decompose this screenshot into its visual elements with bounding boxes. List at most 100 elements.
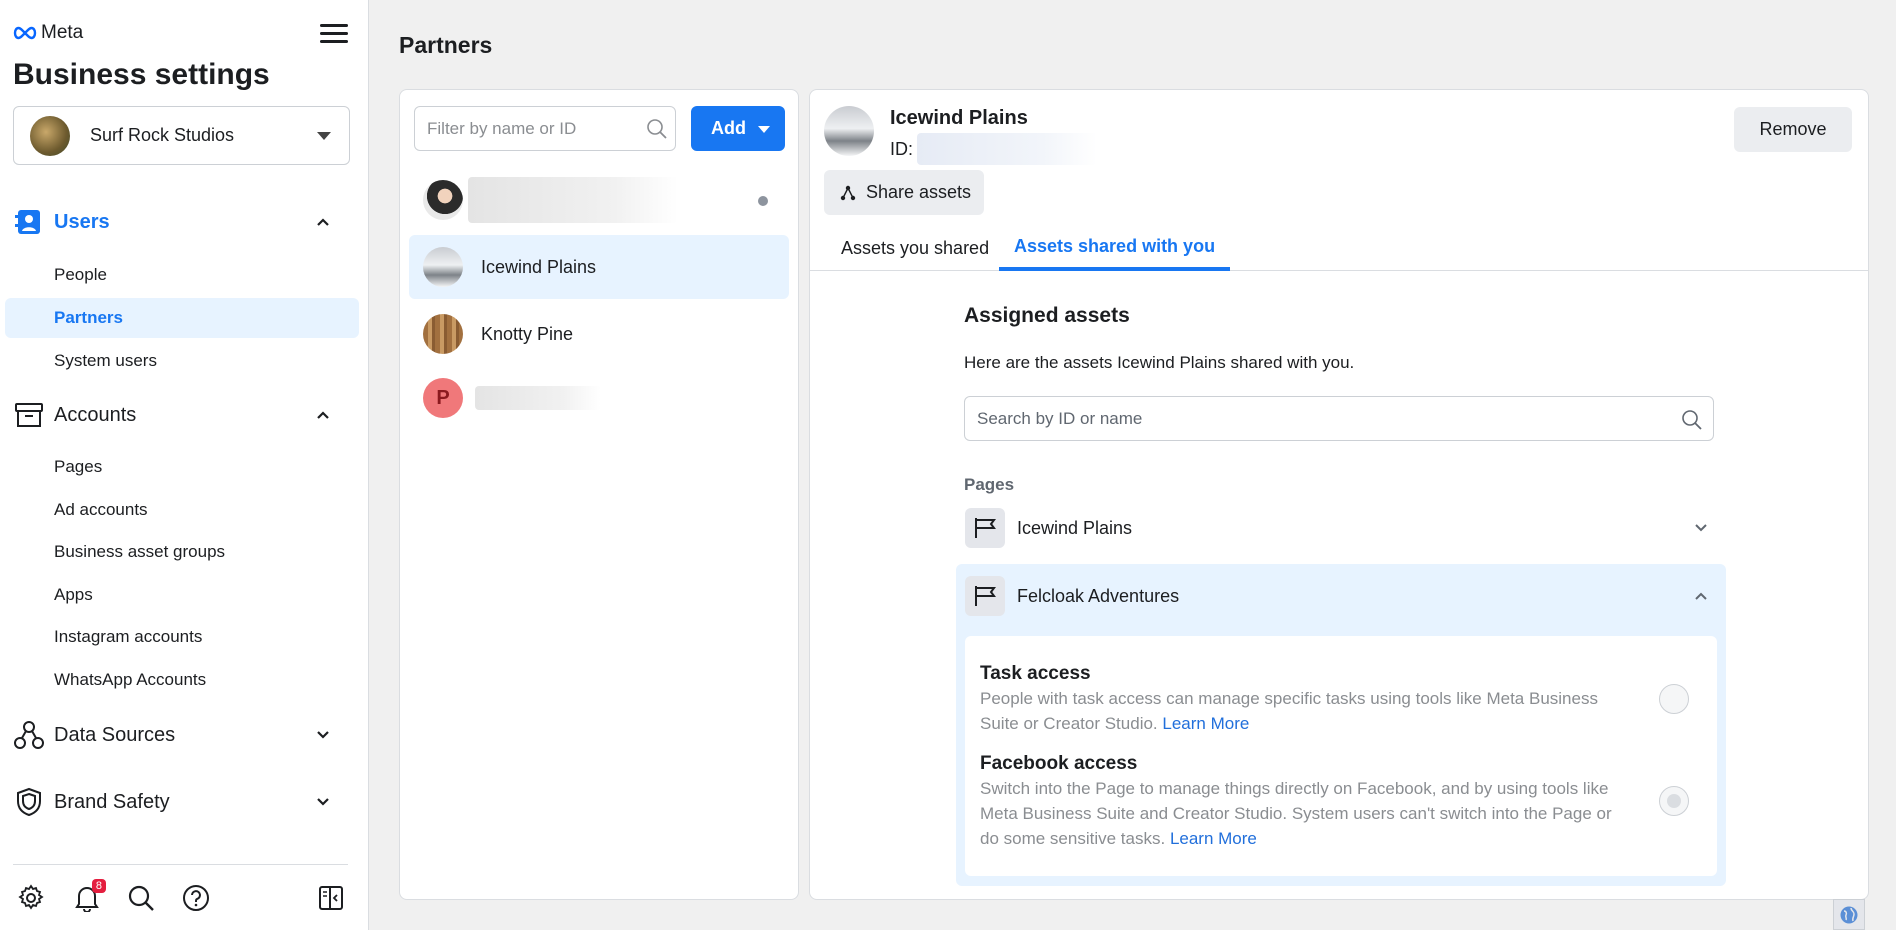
chevron-down-icon <box>317 798 329 806</box>
partner-avatar <box>423 180 463 220</box>
partner-avatar <box>824 106 874 156</box>
task-access-learn-more-link[interactable]: Learn More <box>1162 714 1249 733</box>
search-icon[interactable] <box>125 882 157 914</box>
sidebar-section-users[interactable]: Users <box>0 202 369 242</box>
tab-assets-you-shared[interactable]: Assets you shared <box>841 226 989 271</box>
task-access-text: People with task access can manage speci… <box>980 689 1598 733</box>
partner-id: ID: <box>890 133 1098 165</box>
hamburger-menu-icon[interactable] <box>320 20 348 46</box>
business-name: Surf Rock Studios <box>90 125 235 145</box>
notifications-bell-icon[interactable]: 8 <box>71 879 106 914</box>
sidebar-section-label: Users <box>54 210 110 233</box>
sidebar-item-whatsapp-accounts[interactable]: WhatsApp Accounts <box>5 660 359 700</box>
sidebar-item-ad-accounts[interactable]: Ad accounts <box>5 490 359 530</box>
partner-name: Knotty Pine <box>481 323 574 344</box>
sidebar-section-accounts[interactable]: Accounts <box>0 395 369 435</box>
help-icon[interactable] <box>180 882 212 914</box>
data-sources-icon <box>14 720 44 750</box>
business-settings-title: Business settings <box>13 58 270 91</box>
sidebar-item-business-asset-groups[interactable]: Business asset groups <box>5 532 359 572</box>
sidebar-item-instagram-accounts[interactable]: Instagram accounts <box>5 617 359 657</box>
task-access-radio[interactable] <box>1659 684 1689 714</box>
status-dot <box>758 196 768 206</box>
add-partner-button[interactable]: Add <box>691 106 785 151</box>
partner-name: Icewind Plains <box>481 256 597 277</box>
page-row-felcloak-adventures[interactable]: Felcloak Adventures <box>956 564 1726 628</box>
partner-row[interactable]: P <box>409 366 789 430</box>
chevron-up-icon <box>317 411 329 419</box>
flag-icon <box>965 576 1005 616</box>
partner-detail-panel: Icewind Plains ID: Remove Share assets A… <box>809 89 1869 900</box>
notification-badge: 8 <box>91 879 106 893</box>
business-selector[interactable]: Surf Rock Studios <box>13 106 350 165</box>
globe-icon[interactable] <box>1833 899 1865 930</box>
caret-down-icon <box>758 126 770 133</box>
share-assets-button[interactable]: Share assets <box>824 170 984 215</box>
sidebar-section-label: Brand Safety <box>54 790 170 813</box>
page-name: Felcloak Adventures <box>1017 585 1180 606</box>
access-options-card: Task access People with task access can … <box>965 636 1717 876</box>
facebook-access-radio[interactable] <box>1659 786 1689 816</box>
page-name: Icewind Plains <box>1017 517 1133 538</box>
chevron-down-icon <box>317 731 329 739</box>
redacted-partner-id <box>917 133 1098 165</box>
sidebar-section-label: Accounts <box>54 403 137 426</box>
pages-section-label: Pages <box>964 475 1015 494</box>
business-avatar <box>30 115 70 156</box>
settings-gear-icon[interactable] <box>15 882 47 914</box>
assigned-assets-title: Assigned assets <box>964 304 1130 327</box>
partner-id-label: ID: <box>890 138 914 159</box>
redacted-partner-name <box>475 386 601 410</box>
chevron-up-icon <box>1695 592 1707 600</box>
page-row-icewind-plains[interactable]: Icewind Plains <box>956 496 1726 560</box>
partner-avatar: P <box>423 378 463 418</box>
meta-logo[interactable]: Meta <box>13 22 83 44</box>
sidebar-item-pages[interactable]: Pages <box>5 447 359 487</box>
tab-assets-shared-with-you[interactable]: Assets shared with you <box>999 226 1231 271</box>
facebook-access-text: Switch into the Page to manage things di… <box>980 779 1612 848</box>
sidebar-item-people[interactable]: People <box>5 255 359 295</box>
search-icon <box>1682 410 1702 430</box>
remove-partner-button[interactable]: Remove <box>1734 107 1852 152</box>
shield-icon <box>14 787 44 817</box>
sidebar-item-partners[interactable]: Partners <box>5 298 359 338</box>
flag-icon <box>965 508 1005 548</box>
partner-detail-name: Icewind Plains <box>890 107 1028 129</box>
partner-row-knotty-pine[interactable]: Knotty Pine <box>409 302 789 366</box>
accounts-icon <box>14 400 44 430</box>
sidebar-divider <box>13 864 348 865</box>
page-access-options: Task access People with task access can … <box>956 628 1726 886</box>
share-assets-label: Share assets <box>866 182 972 202</box>
sidebar-section-data-sources[interactable]: Data Sources <box>0 715 369 755</box>
users-icon <box>14 207 44 237</box>
meta-logo-text: Meta <box>41 22 84 43</box>
sidebar-item-apps[interactable]: Apps <box>5 575 359 615</box>
redacted-partner-name <box>468 177 678 223</box>
chevron-down-icon <box>1695 524 1707 532</box>
chevron-up-icon <box>317 218 329 226</box>
sidebar-section-label: Data Sources <box>54 723 176 746</box>
task-access-title: Task access <box>980 663 1091 684</box>
filter-partners-input[interactable] <box>414 106 676 151</box>
partner-avatar <box>423 247 463 287</box>
add-button-label: Add <box>711 118 746 138</box>
partner-initial: P <box>436 386 450 409</box>
sidebar-item-system-users[interactable]: System users <box>5 341 359 381</box>
meta-infinity-icon <box>13 26 37 40</box>
partner-row-icewind-plains[interactable]: Icewind Plains <box>409 235 789 299</box>
task-access-description: People with task access can manage speci… <box>980 686 1630 736</box>
sidebar: Meta Business settings Surf Rock Studios… <box>0 0 369 930</box>
facebook-access-learn-more-link[interactable]: Learn More <box>1170 829 1257 848</box>
sidebar-section-brand-safety[interactable]: Brand Safety <box>0 782 369 822</box>
assigned-assets-description: Here are the assets Icewind Plains share… <box>964 353 1355 372</box>
search-icon <box>647 119 667 139</box>
facebook-access-title: Facebook access <box>980 753 1138 774</box>
detail-header: Icewind Plains ID: Remove Share assets A… <box>810 90 1868 271</box>
partner-avatar <box>423 314 463 354</box>
caret-down-icon <box>317 132 331 140</box>
partners-list-panel: Add Icewind Plains Knotty Pine P <box>399 89 799 900</box>
page-title: Partners <box>399 32 493 58</box>
asset-search-input[interactable] <box>964 396 1714 441</box>
partner-row[interactable] <box>409 168 789 232</box>
collapse-sidebar-icon[interactable] <box>315 882 347 914</box>
